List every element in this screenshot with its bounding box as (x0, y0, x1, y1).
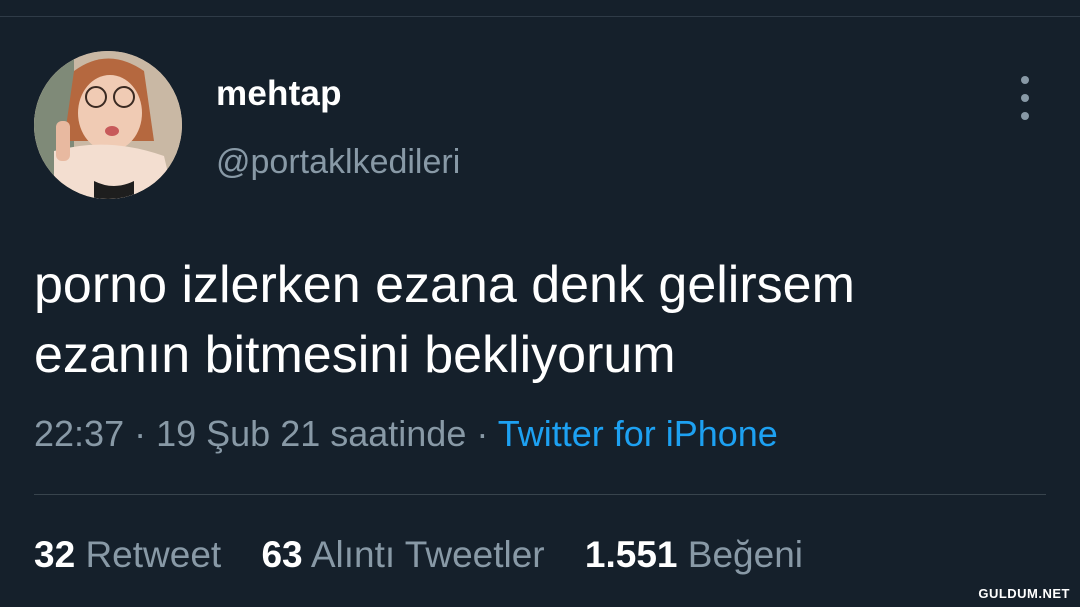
top-divider (0, 16, 1080, 17)
more-vertical-icon (1021, 76, 1029, 84)
tweet-stats: 32 Retweet 63 Alıntı Tweetler 1.551 Beğe… (34, 534, 833, 576)
tweet-text-line: ezanın bitmesini bekliyorum (34, 326, 676, 384)
retweets-count: 32 (34, 534, 76, 575)
likes-stat[interactable]: 1.551 Beğeni (585, 534, 803, 576)
tweet-text: porno izlerken ezana denk gelirsem ezanı… (34, 250, 1054, 390)
retweets-label: Retweet (85, 534, 222, 575)
meta-separator: · (466, 413, 498, 454)
display-name[interactable]: mehtap (216, 74, 342, 114)
likes-label: Beğeni (687, 534, 803, 575)
tweet-meta: 22:37 · 19 Şub 21 saatinde · Twitter for… (34, 413, 778, 455)
more-vertical-icon (1021, 94, 1029, 102)
tweet-source-link[interactable]: Twitter for iPhone (498, 413, 778, 454)
quotes-label: Alıntı Tweetler (310, 534, 545, 575)
watermark: GULDUM.NET (978, 586, 1070, 601)
tweet-text-line: porno izlerken ezana denk gelirsem (34, 256, 855, 314)
user-handle[interactable]: @portaklkedileri (216, 143, 460, 182)
quotes-stat[interactable]: 63 Alıntı Tweetler (261, 534, 544, 576)
quotes-count: 63 (261, 534, 303, 575)
tweet-date[interactable]: 19 Şub 21 saatinde (156, 413, 466, 454)
likes-count: 1.551 (584, 534, 678, 575)
avatar[interactable] (34, 51, 182, 199)
retweets-stat[interactable]: 32 Retweet (34, 534, 221, 576)
tweet-time[interactable]: 22:37 (34, 413, 124, 454)
more-options-button[interactable] (1010, 76, 1040, 120)
meta-separator: · (124, 413, 157, 454)
more-vertical-icon (1021, 112, 1029, 120)
stats-divider (34, 494, 1046, 495)
